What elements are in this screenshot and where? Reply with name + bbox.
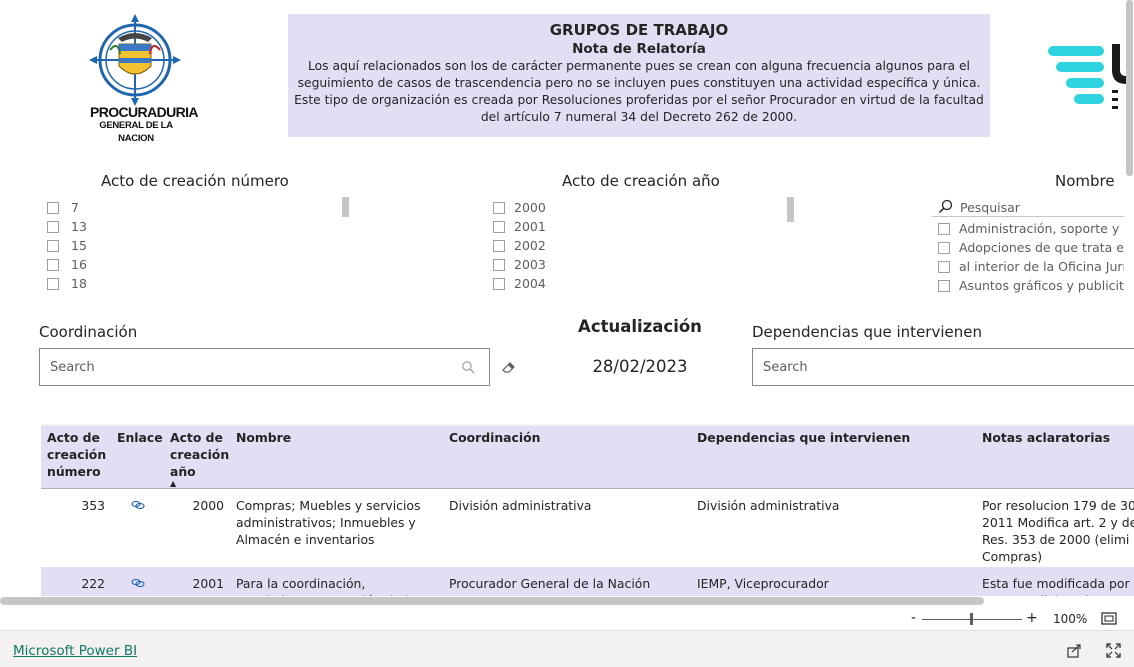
- zoom-out-button[interactable]: -: [911, 610, 916, 626]
- slicer-item[interactable]: Asuntos gráficos y publicitar: [938, 276, 1124, 295]
- column-header-dependencias[interactable]: Dependencias que intervienen: [691, 426, 976, 489]
- slicer-nombre[interactable]: Administración, soporte y ar Adopciones …: [938, 219, 1124, 301]
- zoom-in-button[interactable]: +: [1026, 610, 1038, 626]
- report-canvas: PROCURADURIA GENERAL DE LA NACION GRUPOS…: [0, 0, 1134, 630]
- slicer-acto-numero[interactable]: 7 13 15 16 18: [47, 198, 347, 302]
- zoom-percent: 100%: [1053, 612, 1088, 626]
- zoom-slider-thumb[interactable]: [970, 613, 973, 625]
- eraser-icon[interactable]: [501, 359, 517, 375]
- slicer-scrollbar[interactable]: [787, 197, 794, 222]
- slicer-item[interactable]: Adopciones de que trata el: [938, 238, 1124, 257]
- checkbox[interactable]: [493, 239, 505, 252]
- checkbox[interactable]: [938, 241, 950, 254]
- dependencias-search-input[interactable]: Search: [752, 348, 1134, 386]
- search-icon: [938, 199, 953, 214]
- cell-numero: 222: [41, 567, 111, 596]
- footer-bar: Microsoft Power BI: [0, 630, 1134, 667]
- slicer-item[interactable]: al interior de la Oficina Juríd: [938, 257, 1124, 276]
- checkbox[interactable]: [47, 239, 59, 252]
- table-row: 222 2001 Para la coordinación, seguimien…: [41, 567, 1134, 596]
- slicer-item[interactable]: 2004: [493, 274, 783, 293]
- fit-to-page-icon[interactable]: [1101, 612, 1117, 625]
- groups-table: Acto de creación número Enlace Acto de c…: [41, 424, 1134, 596]
- checkbox[interactable]: [47, 277, 59, 290]
- cell-anio: 2001: [164, 567, 230, 596]
- cell-notas: Por resolucion 179 de 30 2011 Modifica a…: [982, 498, 1134, 564]
- table-header-row: Acto de creación número Enlace Acto de c…: [41, 426, 1134, 489]
- power-bi-link[interactable]: Microsoft Power BI: [13, 643, 137, 659]
- procuraduria-logo-text: PROCURADURIA GENERAL DE LA NACION: [90, 104, 199, 144]
- slicer-acto-anio[interactable]: 2000 2001 2002 2003 2004: [493, 198, 783, 302]
- actualizacion-value: 28/02/2023: [592, 357, 688, 376]
- column-header-numero[interactable]: Acto de creación número: [41, 426, 111, 489]
- cell-enlace: [111, 567, 164, 596]
- slicer-item[interactable]: 2001: [493, 217, 783, 236]
- actualizacion-title: Actualización: [578, 317, 702, 336]
- checkbox[interactable]: [938, 279, 950, 292]
- column-header-coordinacion[interactable]: Coordinación: [443, 426, 691, 489]
- slicer-nombre-search[interactable]: Pesquisar: [938, 198, 1126, 216]
- slicer-title-nombre: Nombre: [1055, 172, 1115, 190]
- column-header-anio[interactable]: Acto de creación año ▲: [164, 426, 230, 489]
- dependencias-title: Dependencias que intervienen: [752, 323, 982, 341]
- slicer-title-acto-anio: Acto de creación año: [562, 172, 720, 190]
- cell-coordinacion: Procurador General de la Nación: [443, 567, 691, 596]
- cell-numero: 353: [81, 498, 105, 513]
- slicer-title-acto-numero: Acto de creación número: [101, 172, 289, 190]
- table-row: 353 2000 Compras; Muebles y servicios ad…: [41, 489, 1134, 568]
- slicer-item[interactable]: 18: [47, 274, 347, 293]
- slicer-item[interactable]: 2003: [493, 255, 783, 274]
- column-header-nombre[interactable]: Nombre: [230, 426, 443, 489]
- cell-anio: 2000: [192, 498, 224, 513]
- note-subtitle: Nota de Relatoría: [572, 41, 706, 57]
- link-icon[interactable]: [130, 500, 145, 510]
- checkbox[interactable]: [938, 260, 950, 273]
- slicer-item[interactable]: 7: [47, 198, 347, 217]
- checkbox[interactable]: [938, 222, 950, 235]
- slicer-item[interactable]: Administración, soporte y ar: [938, 219, 1124, 238]
- checkbox[interactable]: [493, 258, 505, 271]
- cell-enlace: [111, 489, 164, 568]
- zoom-bar: - + 100%: [0, 610, 1134, 630]
- checkbox[interactable]: [493, 220, 505, 233]
- slicer-item[interactable]: 2002: [493, 236, 783, 255]
- cell-nombre: Compras; Muebles y servicios administrat…: [236, 498, 421, 547]
- cell-nombre: Para la coordinación, seguimiento y aten…: [230, 567, 443, 596]
- slicer-item[interactable]: 2000: [493, 198, 783, 217]
- checkbox[interactable]: [47, 201, 59, 214]
- note-paragraph-2: Este tipo de organización es creada por …: [294, 93, 984, 124]
- share-icon[interactable]: [1067, 643, 1082, 658]
- page-vertical-scrollbar[interactable]: [1126, 0, 1133, 176]
- search-icon: [462, 361, 475, 374]
- cell-dependencias: División administrativa: [697, 498, 840, 513]
- cell-coordinacion: División administrativa: [449, 498, 592, 513]
- coordinacion-search-input[interactable]: Search: [39, 348, 490, 386]
- cell-notas: Esta fue modificada por de 2013 y adicio…: [976, 567, 1134, 596]
- column-header-notas[interactable]: Notas aclaratorias: [976, 426, 1134, 489]
- note-paragraph-1: Los aquí relacionados son los de carácte…: [297, 59, 981, 90]
- slicer-scrollbar[interactable]: [342, 197, 349, 217]
- checkbox[interactable]: [47, 258, 59, 271]
- coordinacion-title: Coordinación: [39, 323, 138, 341]
- divider: [932, 216, 1124, 217]
- slicer-item[interactable]: 16: [47, 255, 347, 274]
- relatoria-note: GRUPOS DE TRABAJO Nota de Relatoría Los …: [288, 14, 990, 137]
- cell-dependencias: IEMP, Viceprocurador: [691, 567, 976, 596]
- university-logo: [1048, 44, 1126, 109]
- checkbox[interactable]: [493, 277, 505, 290]
- link-icon[interactable]: [130, 578, 145, 588]
- sort-ascending-icon: ▲: [170, 479, 177, 488]
- note-title: GRUPOS DE TRABAJO: [549, 21, 729, 39]
- checkbox[interactable]: [493, 201, 505, 214]
- slicer-item[interactable]: 13: [47, 217, 347, 236]
- checkbox[interactable]: [47, 220, 59, 233]
- column-header-enlace[interactable]: Enlace: [111, 426, 164, 489]
- slicer-item[interactable]: 15: [47, 236, 347, 255]
- fullscreen-icon[interactable]: [1106, 643, 1121, 658]
- horizontal-scrollbar[interactable]: [0, 597, 984, 605]
